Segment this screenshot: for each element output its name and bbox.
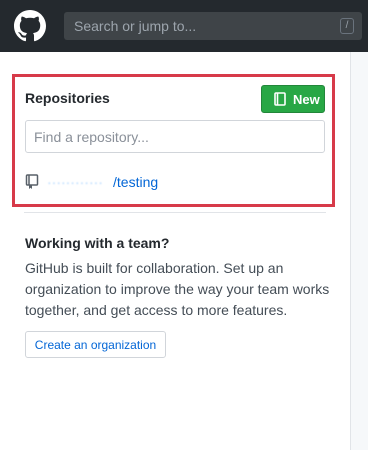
github-logo-icon[interactable] [14,10,46,42]
search-input[interactable] [64,12,344,40]
team-description: GitHub is built for collaboration. Set u… [25,260,330,318]
search-shortcut-key: / [340,18,354,34]
top-header: / [0,0,368,52]
section-divider [24,212,326,213]
main-content-edge [350,52,368,450]
create-organization-button[interactable]: Create an organization [25,331,166,358]
team-heading: Working with a team? [25,235,170,251]
global-search: / [64,12,362,40]
highlight-box [12,74,335,207]
